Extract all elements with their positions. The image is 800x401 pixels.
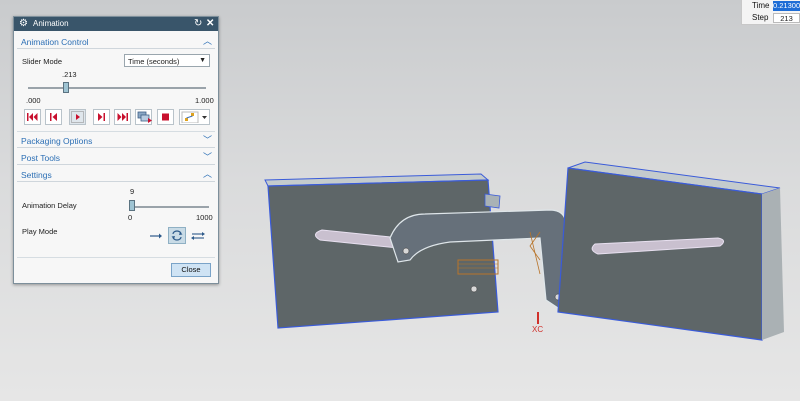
delay-value-label: 9 <box>130 187 135 196</box>
step-label: Step <box>752 13 769 22</box>
rewind-to-start-button[interactable] <box>24 109 41 125</box>
gear-icon: ⚙ <box>19 18 28 29</box>
slider-mode-label: Slider Mode <box>22 57 63 66</box>
analysis-options-dropdown[interactable] <box>179 109 210 125</box>
slider-mode-value: Time (seconds) <box>128 56 180 66</box>
fast-forward-to-end-icon <box>117 113 128 121</box>
fast-forward-to-end-button[interactable] <box>114 109 131 125</box>
csys-triad: XC <box>532 312 543 334</box>
play-once-icon <box>150 233 162 239</box>
time-label: Time <box>752 1 770 10</box>
slider-max-label: 1.000 <box>195 96 214 105</box>
axis-label-xc: XC <box>532 325 543 334</box>
animation-dialog: ⚙ Animation ↻ ✕ Animation Control ︿ Slid… <box>13 16 219 284</box>
play-once-button[interactable] <box>147 227 165 244</box>
left-plate[interactable] <box>264 173 499 329</box>
stop-button[interactable] <box>157 109 174 125</box>
dialog-title: Animation <box>33 19 69 28</box>
slider-min-label: .000 <box>26 96 41 105</box>
reverse-icon <box>191 232 205 240</box>
play-loop-button[interactable] <box>168 227 186 244</box>
delay-max-label: 1000 <box>196 213 213 222</box>
play-button[interactable] <box>69 109 86 125</box>
rewind-to-start-icon <box>27 113 38 121</box>
close-icon[interactable]: ✕ <box>206 17 214 30</box>
time-slider-thumb[interactable] <box>62 82 69 93</box>
time-slider-track[interactable] <box>28 87 206 89</box>
hinge-model[interactable]: XC <box>240 150 800 350</box>
section-settings-title: Settings <box>21 170 52 180</box>
step-back-button[interactable] <box>45 109 62 125</box>
section-post-tools[interactable]: Post Tools ﹀ <box>17 151 215 165</box>
section-packaging-options-title: Packaging Options <box>21 136 93 146</box>
step-back-icon <box>50 113 57 121</box>
play-mode-label: Play Mode <box>22 227 58 236</box>
step-forward-button[interactable] <box>93 109 110 125</box>
delay-min-label: 0 <box>128 213 133 222</box>
play-icon <box>71 111 84 123</box>
loop-icon <box>171 230 183 241</box>
chevron-down-icon[interactable]: ﹀ <box>203 151 212 163</box>
chevron-down-icon[interactable]: ﹀ <box>203 134 212 146</box>
play-reverse-button[interactable] <box>189 227 207 244</box>
step-value-field[interactable]: 213 <box>773 13 800 23</box>
measure-tool-icon <box>181 111 207 123</box>
animation-delay-label: Animation Delay <box>22 201 77 210</box>
export-animation-icon <box>137 111 152 123</box>
cad-viewport[interactable]: XC <box>240 150 800 352</box>
right-plate[interactable] <box>557 161 784 341</box>
chevron-up-icon[interactable]: ︿ <box>203 168 212 180</box>
step-forward-icon <box>98 113 105 121</box>
time-value-field[interactable]: 0.213000 <box>773 1 800 11</box>
delay-slider-track[interactable] <box>131 206 209 208</box>
dropdown-arrow-icon: ▼ <box>199 57 206 64</box>
reset-icon[interactable]: ↻ <box>194 17 202 30</box>
close-button[interactable]: Close <box>171 263 211 277</box>
section-animation-control[interactable]: Animation Control ︿ <box>17 35 215 49</box>
chevron-up-icon[interactable]: ︿ <box>203 35 212 47</box>
section-post-tools-title: Post Tools <box>21 153 61 163</box>
export-animation-button[interactable] <box>135 109 152 125</box>
section-packaging-options[interactable]: Packaging Options ﹀ <box>17 134 215 148</box>
dialog-titlebar[interactable]: ⚙ Animation ↻ ✕ <box>14 17 218 31</box>
slider-mode-select[interactable]: Time (seconds) ▼ <box>124 54 210 67</box>
section-settings[interactable]: Settings ︿ <box>17 168 215 182</box>
time-step-readout: Time 0.213000 Step 213 <box>741 0 800 25</box>
delay-slider-thumb[interactable] <box>128 200 135 211</box>
section-animation-control-title: Animation Control <box>21 37 89 47</box>
stop-icon <box>162 113 169 121</box>
slider-value-label: .213 <box>62 70 77 79</box>
